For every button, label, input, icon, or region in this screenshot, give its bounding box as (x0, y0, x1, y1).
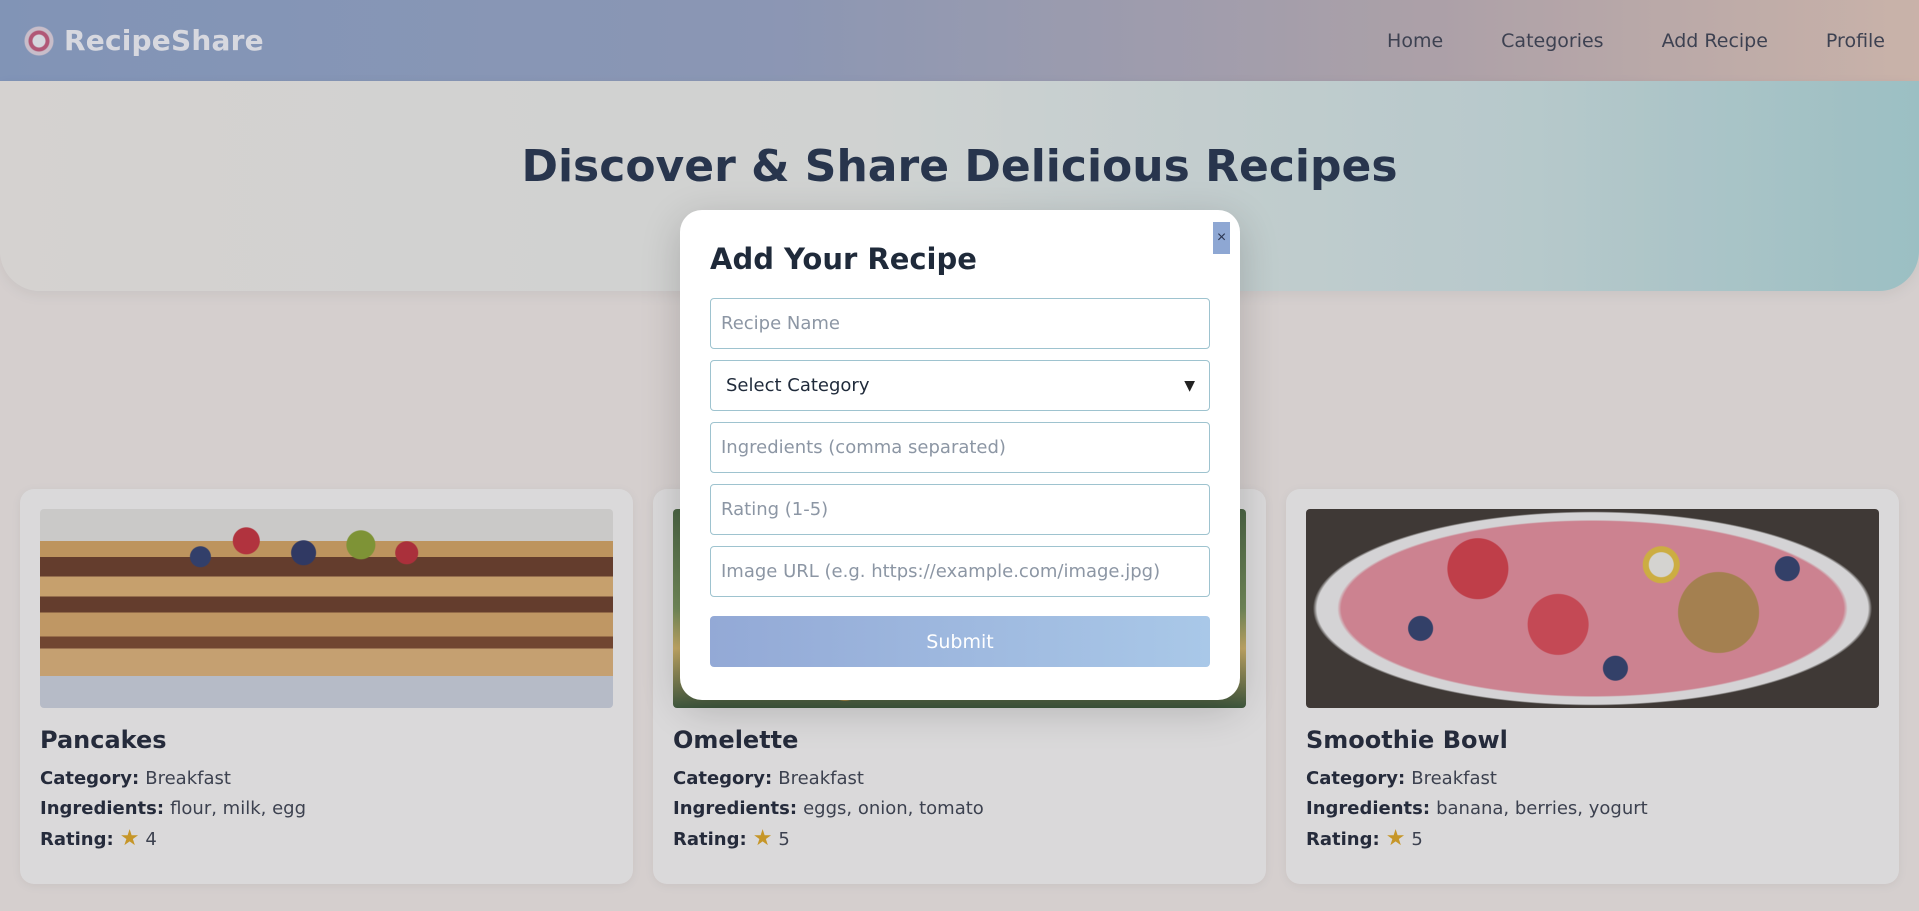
add-recipe-modal: × Add Your Recipe Select Category ▼ Subm… (680, 210, 1240, 700)
close-button[interactable]: × (1213, 222, 1230, 254)
recipe-name-input[interactable] (710, 298, 1210, 349)
submit-button[interactable]: Submit (710, 616, 1210, 667)
category-select-value: Select Category (726, 375, 870, 396)
image-url-input[interactable] (710, 546, 1210, 597)
chevron-down-icon: ▼ (1184, 377, 1195, 394)
modal-overlay[interactable]: × Add Your Recipe Select Category ▼ Subm… (0, 0, 1919, 911)
category-select[interactable]: Select Category ▼ (710, 360, 1210, 411)
modal-title: Add Your Recipe (710, 242, 977, 276)
ingredients-input[interactable] (710, 422, 1210, 473)
rating-input[interactable] (710, 484, 1210, 535)
